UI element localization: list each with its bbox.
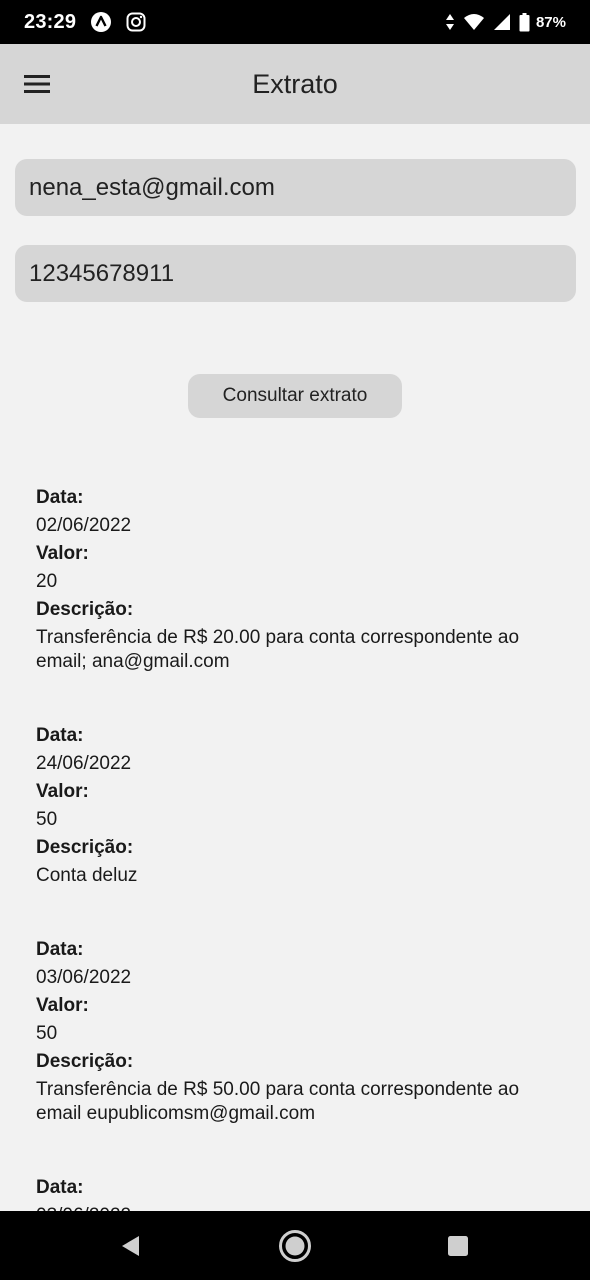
instagram-icon [126,12,146,32]
home-icon[interactable] [265,1211,325,1280]
app-notification-icon [90,11,112,33]
value-label: Valor: [36,781,89,802]
account-number-input[interactable] [15,245,576,302]
date-value: 03/06/2022 [36,1202,554,1211]
date-value: 02/06/2022 [36,515,132,536]
consult-statement-button[interactable]: Consultar extrato [188,374,402,418]
date-value: 24/06/2022 [36,753,132,774]
description-label: Descrição: [36,599,134,620]
date-label: Data: [36,939,84,960]
wifi-icon [463,13,485,31]
amount-value: 20 [36,571,58,592]
date-label: Data: [36,487,84,508]
description-value: Transferência de R$ 20.00 para conta cor… [36,627,520,672]
statement-entry: Data: 03/06/2022 [0,1174,590,1211]
date-value: 03/06/2022 [36,967,132,988]
back-icon[interactable] [100,1211,160,1280]
signal-icon [493,13,511,31]
status-bar: 23:29 87% [0,0,590,44]
statement-entry: Data: 24/06/2022 Valor: 50 Descrição: Co… [0,722,590,888]
page-title: Extrato [252,69,338,99]
recents-icon[interactable] [428,1211,488,1280]
date-label: Data: [36,725,84,746]
description-label: Descrição: [36,837,134,858]
battery-icon [519,12,530,32]
navigation-bar [0,1211,590,1280]
statement-entry: Data: 03/06/2022 Valor: 50 Descrição: Tr… [0,936,590,1126]
app-header: Extrato [0,44,590,124]
value-label: Valor: [36,995,89,1016]
description-label: Descrição: [36,1051,134,1072]
status-right: 87% [437,12,566,32]
amount-value: 50 [36,1023,58,1044]
statement-list: Data: 02/06/2022 Valor: 20 Descrição: Tr… [0,484,590,1211]
amount-value: 50 [36,809,58,830]
statement-entry: Data: 02/06/2022 Valor: 20 Descrição: Tr… [0,484,590,674]
value-label: Valor: [36,543,89,564]
data-arrows-icon [445,13,455,31]
date-label: Data: [36,1177,84,1198]
status-time: 23:29 [24,10,77,33]
description-value: Conta deluz [36,865,138,886]
status-left: 23:29 [24,11,146,34]
battery-percent: 87% [535,13,566,31]
email-input[interactable] [15,159,576,216]
description-value: Transferência de R$ 50.00 para conta cor… [36,1079,520,1124]
